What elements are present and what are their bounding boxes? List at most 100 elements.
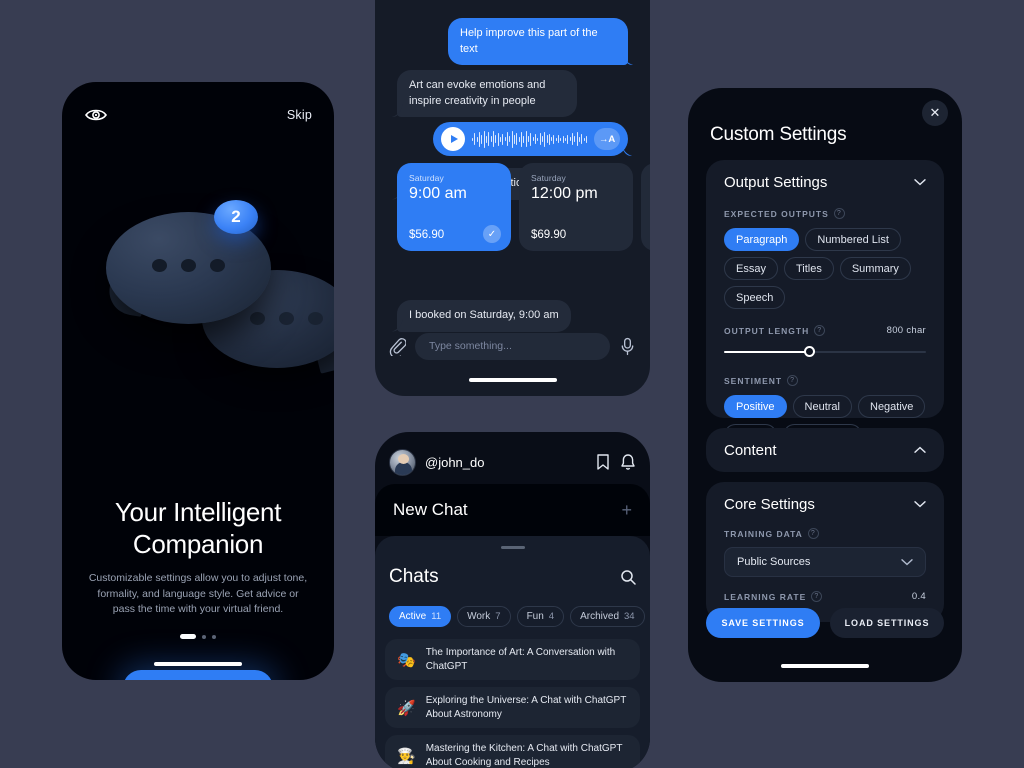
output-pill-numbered-list[interactable]: Numbered List [805,228,901,251]
card-title: Output Settings [724,173,828,191]
help-icon[interactable]: ? [811,591,823,602]
message-text: Art can evoke emotions and inspire creat… [397,70,577,117]
output-pill-summary[interactable]: Summary [839,257,911,280]
slot-time: 12:00 pm [531,185,598,202]
page-dot-3[interactable] [212,634,216,639]
chevron-down-icon[interactable] [901,558,913,566]
start-chat-button[interactable]: START CHAT [123,670,273,680]
voice-message[interactable]: →A [433,122,628,156]
help-icon[interactable]: ? [807,528,819,539]
chats-screen: @john_do New Chat + Chats Active 11 Work… [375,432,650,768]
chats-title-row: Chats [389,564,636,590]
bookmark-icon[interactable] [595,453,611,471]
chip-label: Work [467,611,491,622]
chat-filters: Active 11 Work 7 Fun 4 Archived 34 [389,606,650,628]
chevron-up-icon[interactable] [914,446,926,454]
list-item-title: Mastering the Kitchen: A Chat with ChatG… [425,742,623,768]
output-length-label: OUTPUT LENGTH ? [724,325,826,336]
output-pill-paragraph[interactable]: Paragraph [724,228,800,251]
learning-rate-row: LEARNING RATE ? 0.4 [724,591,926,602]
filter-chip-fun[interactable]: Fun 4 [516,606,565,627]
sentiment-pill-neutral[interactable]: Neutral [792,395,852,418]
page-subtitle: Customizable settings allow you to adjus… [88,572,308,615]
chat-screen: Help improve this part of the text Art c… [375,0,650,396]
output-length-slider[interactable] [724,345,926,359]
chevron-down-icon[interactable] [914,178,926,186]
search-icon[interactable] [620,569,636,585]
time-slot-card[interactable]: Saturda 2:0 $72.9 [641,163,650,251]
list-item-title: Exploring the Universe: A Chat with Chat… [425,694,627,720]
slider-fill [724,351,809,353]
bubble-front-dots [152,259,225,272]
home-indicator [781,664,869,668]
chats-header: @john_do [389,446,636,478]
close-icon[interactable]: ✕ [922,100,948,126]
chef-icon: 👨‍🍳 [397,747,416,765]
page-dot-2[interactable] [202,634,206,639]
sentiment-pill-negative[interactable]: Negative [858,395,926,418]
chat-list: 🎭 The Importance of Art: A Conversation … [385,639,640,768]
plus-icon[interactable]: + [621,501,632,519]
bell-icon[interactable] [620,453,636,471]
load-settings-button[interactable]: LOAD SETTINGS [830,608,944,638]
sentiment-pill-positive[interactable]: Positive [724,395,787,418]
slider-thumb[interactable] [803,346,815,357]
new-chat-label: New Chat [393,500,468,519]
chip-label: Active [399,611,427,622]
section-title: Chats [389,566,439,587]
skip-button[interactable]: Skip [287,108,312,122]
core-settings-header[interactable]: Core Settings [706,482,944,526]
message-bubble-incoming: Art can evoke emotions and inspire creat… [397,70,577,117]
output-pill-titles[interactable]: Titles [783,257,834,280]
content-card[interactable]: Content [706,428,944,472]
user-handle: @john_do [425,454,485,470]
paperclip-icon[interactable] [389,337,406,356]
output-pill-essay[interactable]: Essay [724,257,778,280]
chip-count: 4 [548,611,555,622]
card-title: Core Settings [724,495,815,513]
training-data-select[interactable]: Public Sources [724,547,926,577]
help-icon[interactable]: ? [833,208,845,219]
sheet-grabber[interactable] [500,546,525,549]
chip-count: 34 [624,611,635,622]
bubble-tail-icon [621,143,632,156]
training-data-label: TRAINING DATA ? [724,528,926,539]
time-slot-carousel[interactable]: Saturday 9:00 am $56.90 ✓ Saturday 12:00… [397,163,650,251]
filter-chip-active[interactable]: Active 11 [389,606,452,627]
unread-badge: 2 [214,200,258,234]
chip-label: Archived [580,611,619,622]
help-icon[interactable]: ? [787,375,799,386]
screenshot-stage: Skip 2 Your Intelligent Companion Custom… [0,0,1024,768]
chevron-down-icon[interactable] [914,500,926,508]
help-icon[interactable]: ? [814,325,826,336]
output-pill-speech[interactable]: Speech [724,286,786,309]
list-item[interactable]: 👨‍🍳 Mastering the Kitchen: A Chat with C… [385,735,640,768]
list-item[interactable]: 🚀 Exploring the Universe: A Chat with Ch… [385,687,640,728]
eye-icon[interactable] [84,107,108,123]
message-bubble-outgoing: Help improve this part of the text [448,18,628,65]
avatar[interactable] [389,448,416,476]
waveform [472,129,587,149]
list-item[interactable]: 🎭 The Importance of Art: A Conversation … [385,639,640,680]
learning-rate-label: LEARNING RATE ? [724,591,823,602]
custom-settings-screen: Custom Settings ✕ Output Settings EXPECT… [688,88,962,682]
filter-chip-archived[interactable]: Archived 34 [570,606,645,627]
output-settings-header[interactable]: Output Settings [706,160,944,204]
play-icon[interactable] [441,127,465,151]
chip-label: Fun [526,611,544,622]
content-header[interactable]: Content [706,428,944,472]
message-input[interactable] [415,332,610,360]
page-dot-1[interactable] [180,634,196,639]
settings-title: Custom Settings [710,124,847,145]
time-slot-card[interactable]: Saturday 12:00 pm $69.90 [519,163,633,251]
message-text: Help improve this part of the text [448,18,628,65]
chip-count: 7 [495,611,501,622]
time-slot-card[interactable]: Saturday 9:00 am $56.90 ✓ [397,163,511,251]
filter-chip-work[interactable]: Work 7 [457,606,511,627]
slot-day: Saturday [409,173,444,183]
save-settings-button[interactable]: SAVE SETTINGS [706,608,820,638]
new-chat-card[interactable]: New Chat + [375,484,650,536]
transcribe-button[interactable]: →A [594,128,620,150]
microphone-icon[interactable] [619,337,636,356]
select-value: Public Sources [737,556,811,568]
